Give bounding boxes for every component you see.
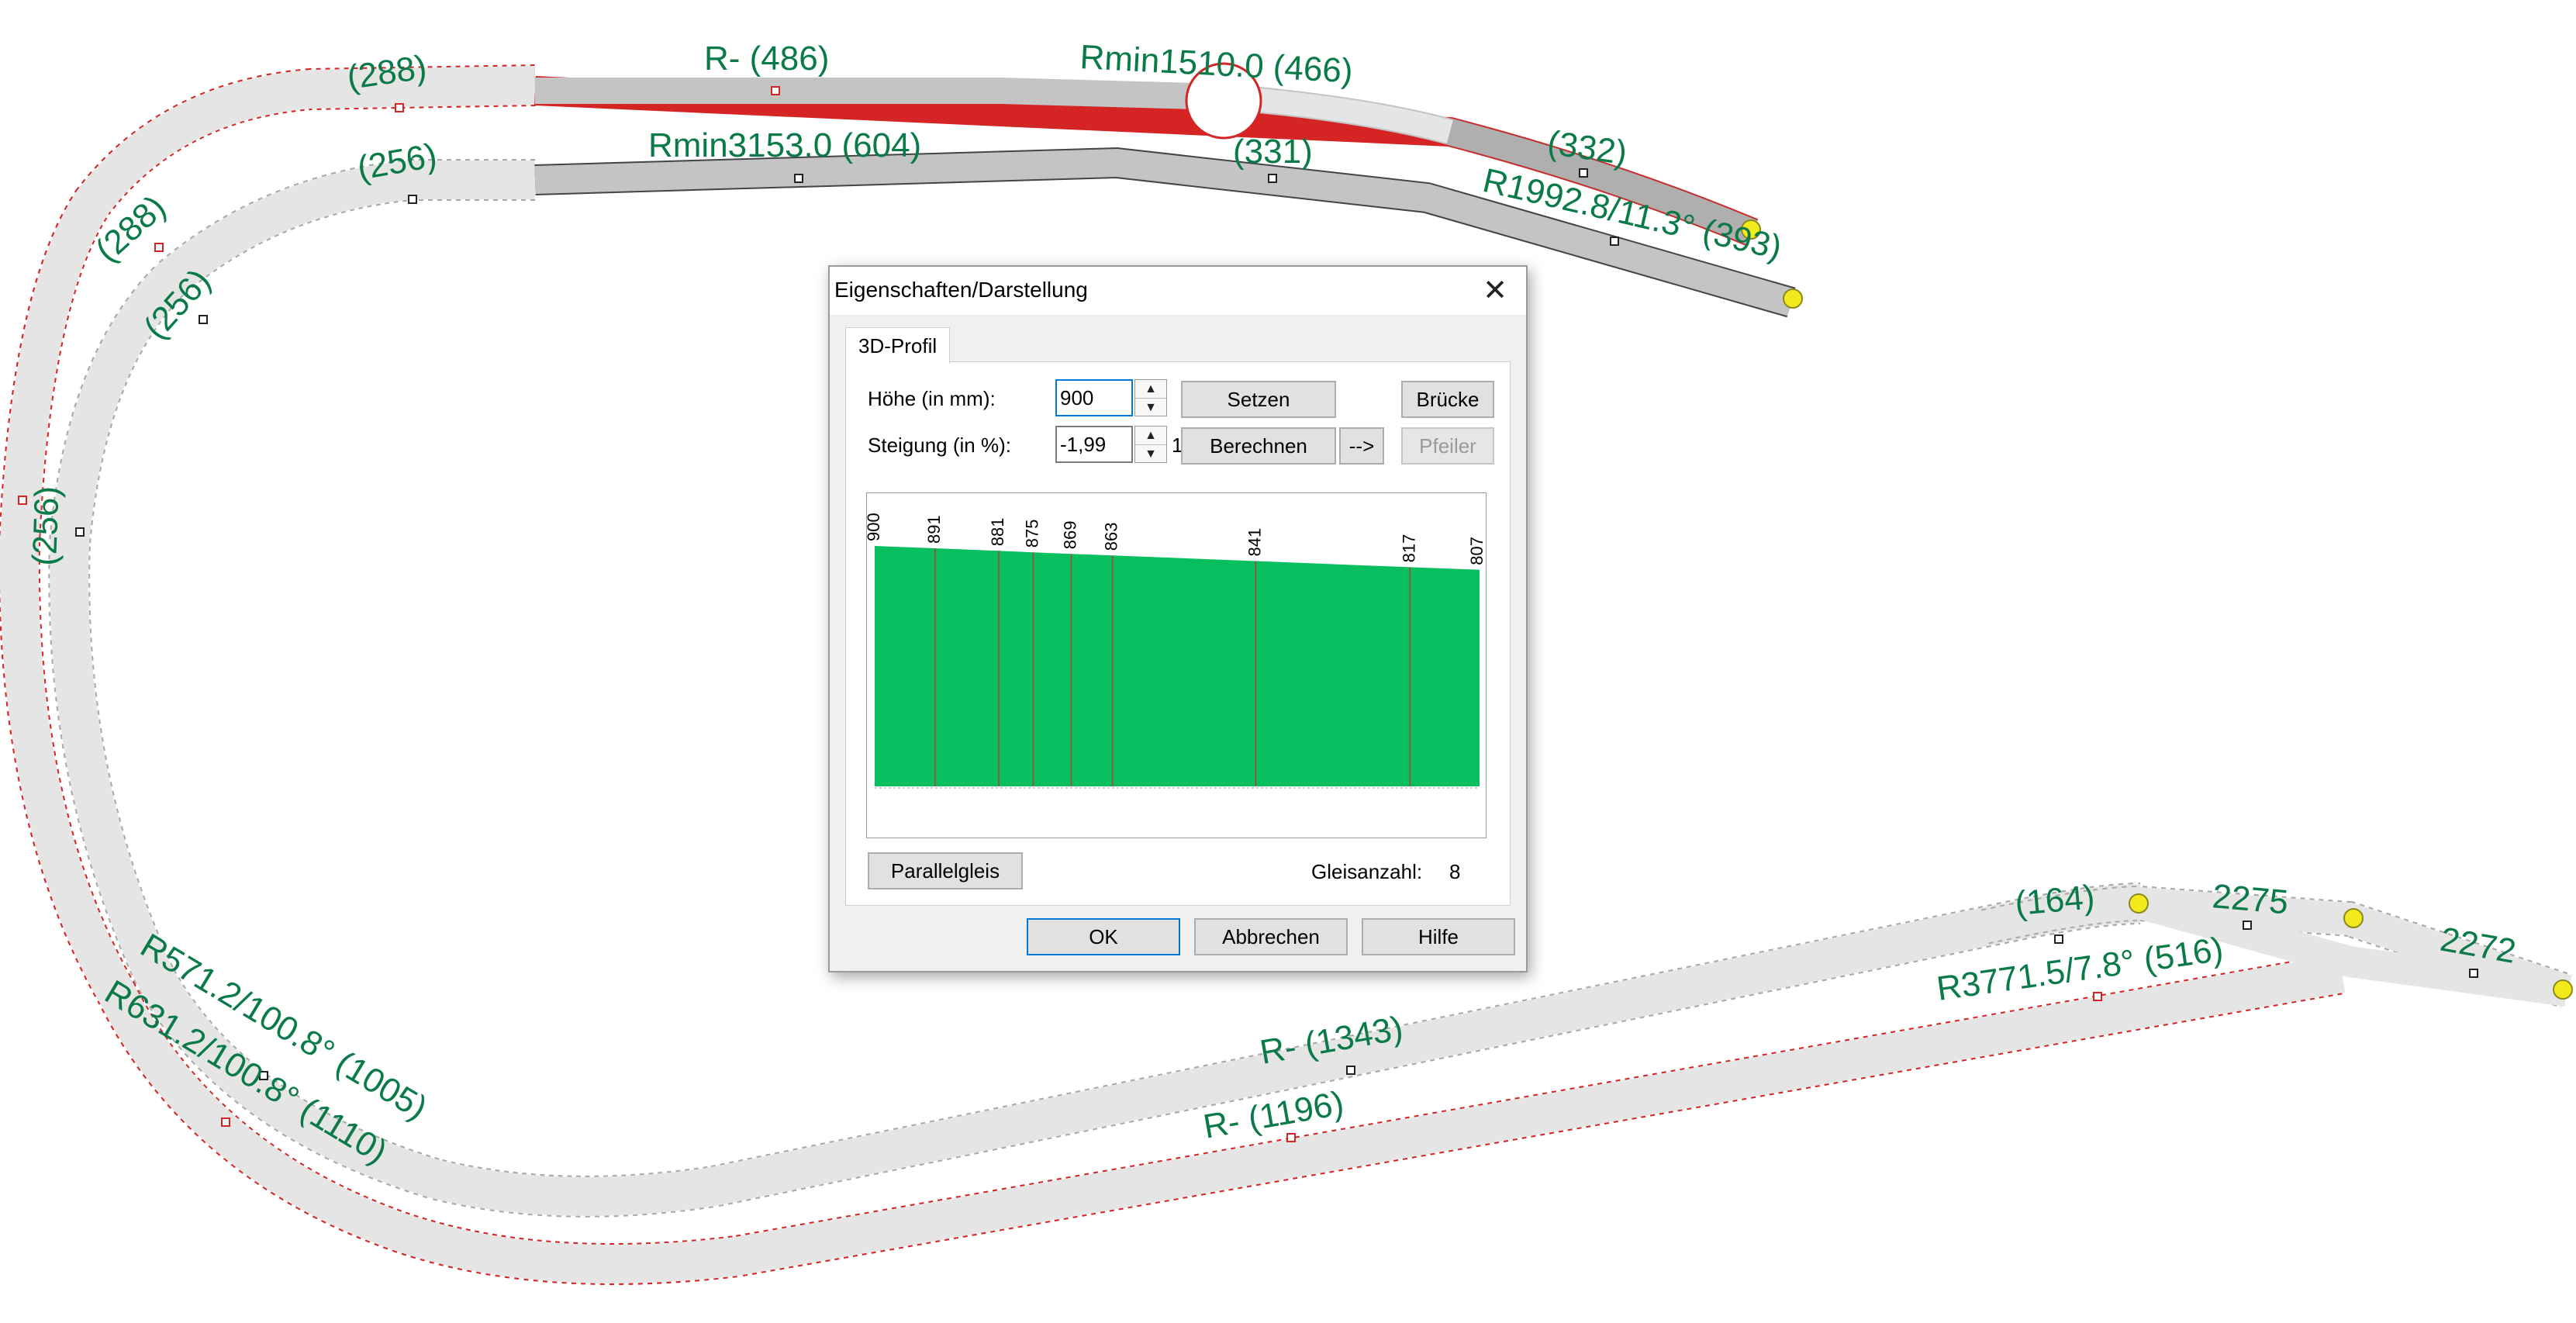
track-label-2275: 2275 <box>2211 877 2290 921</box>
track-endpoint-4[interactable] <box>2343 908 2364 928</box>
berechnen-button[interactable]: Berechnen <box>1181 427 1336 465</box>
pfeiler-button: Pfeiler <box>1401 427 1494 465</box>
spin-up-icon[interactable]: ▲ <box>1135 380 1166 399</box>
ok-button[interactable]: OK <box>1027 918 1180 955</box>
profile-height-label: 817 <box>1399 534 1418 563</box>
abbrechen-button[interactable]: Abbrechen <box>1194 918 1348 955</box>
gleisanzahl-label: Gleisanzahl: <box>1311 860 1423 883</box>
profile-height-label: 869 <box>1061 521 1080 550</box>
dialog-titlebar[interactable]: Eigenschaften/Darstellung ✕ <box>830 267 1526 315</box>
profile-height-label: 807 <box>1467 537 1486 565</box>
parallelgleis-button[interactable]: Parallelgleis <box>868 852 1023 889</box>
height-profile-svg: 900 891 881 875 869 863 841 817 807 <box>867 513 1486 789</box>
height-profile-chart: 900 891 881 875 869 863 841 817 807 <box>866 492 1487 838</box>
arrow-button[interactable]: --> <box>1339 427 1384 465</box>
profile-height-label: 875 <box>1022 520 1041 548</box>
steigung-spinner[interactable]: ▲ ▼ <box>1134 426 1167 463</box>
hoehe-spinner[interactable]: ▲ ▼ <box>1134 379 1167 416</box>
hilfe-button[interactable]: Hilfe <box>1362 918 1515 955</box>
hoehe-input[interactable]: 900 <box>1055 379 1133 416</box>
properties-dialog: Eigenschaften/Darstellung ✕ 3D-Profil Hö… <box>828 265 1528 972</box>
profile-height-label: 891 <box>924 515 944 544</box>
dialog-title: Eigenschaften/Darstellung <box>834 278 1088 302</box>
track-label-inner-331: (331) <box>1233 133 1313 171</box>
hoehe-label: Höhe (in mm): <box>868 387 996 410</box>
profile-height-label: 841 <box>1245 528 1264 557</box>
profile-height-label: 863 <box>1102 522 1121 551</box>
tab-3d-profil[interactable]: 3D-Profil <box>845 327 951 364</box>
profile-height-label: 881 <box>988 518 1007 547</box>
track-endpoint-3[interactable] <box>2129 893 2149 914</box>
steigung-label: Steigung (in %): <box>868 434 1011 457</box>
setzen-button[interactable]: Setzen <box>1181 381 1336 418</box>
track-endpoint-5[interactable] <box>2553 979 2573 1000</box>
gleisanzahl-value: 8 <box>1449 860 1461 883</box>
close-icon[interactable]: ✕ <box>1473 271 1517 310</box>
track-label-overlap-left: (256) <box>26 485 67 566</box>
steigung-input[interactable]: -1,99 <box>1055 426 1133 463</box>
bruecke-button[interactable]: Brücke <box>1401 381 1494 418</box>
tab-panel-3d-profil: Höhe (in mm): 900 ▲ ▼ Setzen Brücke Stei… <box>845 361 1511 906</box>
spin-down-icon[interactable]: ▼ <box>1135 399 1166 416</box>
track-label-outer-r486: R- (486) <box>704 40 829 78</box>
track-label-inner-rmin3153: Rmin3153.0 (604) <box>648 126 921 164</box>
profile-area <box>875 546 1480 786</box>
track-label-164: (164) <box>2014 878 2097 923</box>
track-endpoint-2[interactable] <box>1783 288 1803 309</box>
profile-height-label: 900 <box>867 513 883 541</box>
spin-down-icon[interactable]: ▼ <box>1135 445 1166 463</box>
spin-up-icon[interactable]: ▲ <box>1135 427 1166 445</box>
